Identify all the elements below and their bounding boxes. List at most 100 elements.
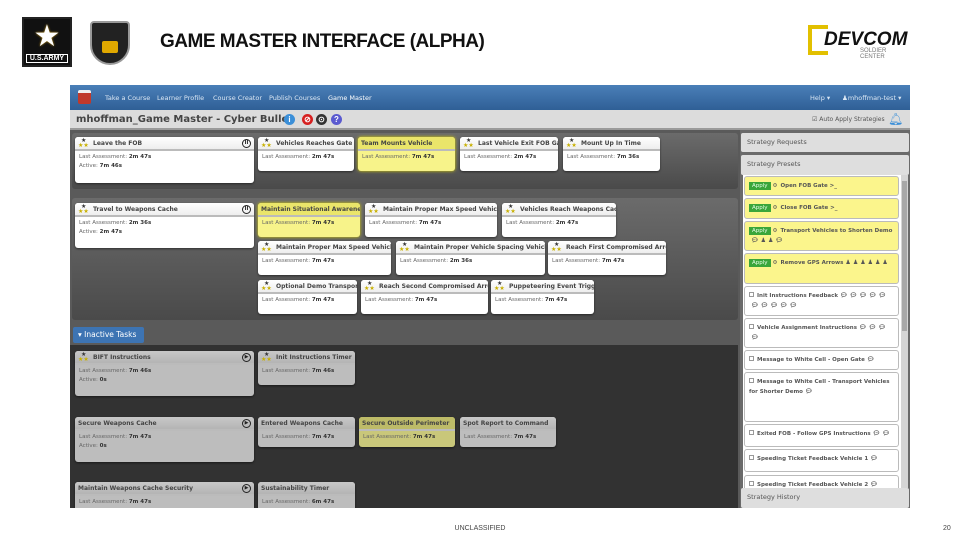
- strategy-preset-item[interactable]: Init Instructions Feedback 💬︎ 💬︎ 💬︎ 💬︎ 💬︎💬︎ 💬︎…: [744, 286, 899, 316]
- last-assessment: Last Assessment: 7m 36s: [567, 154, 640, 160]
- task-card[interactable]: Maintain Situational Awareness Last Asses…: [258, 203, 360, 237]
- last-assessment: Last Assessment: 7m 47s: [262, 297, 335, 303]
- inactive-tasks-toggle[interactable]: ▾ Inactive Tasks: [73, 327, 144, 343]
- preset-checkbox[interactable]: [749, 356, 754, 361]
- nav-learner-profile[interactable]: Learner Profile: [157, 94, 204, 102]
- preset-checkbox[interactable]: [749, 481, 754, 486]
- active-time: Active: 7m 46s: [79, 163, 123, 169]
- slide-title: GAME MASTER INTERFACE (ALPHA): [160, 31, 485, 52]
- nav-publish-courses[interactable]: Publish Courses: [269, 94, 320, 102]
- strategy-preset-item[interactable]: Apply ⚙ Transport Vehicles to Shorten Demo…: [744, 221, 899, 251]
- task-card[interactable]: ★ ★★ Mount Up In Time Last Assessment: 7m 3…: [563, 137, 660, 171]
- preset-checkbox[interactable]: [749, 378, 754, 383]
- task-card[interactable]: ★ ★★ Init Instructions Timer Last Assessmen…: [258, 351, 355, 385]
- auto-apply-label: Auto Apply Strategies: [819, 116, 885, 123]
- info-icon[interactable]: i: [284, 114, 295, 125]
- task-card[interactable]: Secure Weapons Cache ▶ Last Assessment: 7m…: [75, 417, 254, 462]
- preset-checkbox[interactable]: [749, 324, 754, 329]
- play-button-icon[interactable]: ▶: [242, 484, 251, 493]
- task-title: BIFT Instructions: [93, 354, 151, 361]
- active-time: Active: 0s: [79, 377, 107, 383]
- preset-label: Remove GPS Arrows: [780, 260, 844, 266]
- chat-bubble-icon: 💬︎: [779, 302, 788, 309]
- strategy-preset-item[interactable]: Vehicle Assignment Instructions 💬︎ 💬︎ 💬︎💬︎: [744, 318, 899, 348]
- chat-bubble-icon: 💬︎: [751, 302, 759, 309]
- replay-icon[interactable]: ⊙: [316, 114, 327, 125]
- apply-button[interactable]: Apply: [749, 204, 771, 212]
- stars-icon: ★ ★★: [551, 241, 562, 253]
- task-card[interactable]: Entered Weapons Cache Last Assessment: 7m…: [258, 417, 355, 447]
- strategy-preset-item[interactable]: Apply ⚙ Open FOB Gate >_: [744, 176, 899, 196]
- task-card-header: Secure Weapons Cache ▶: [75, 417, 254, 431]
- task-card[interactable]: ★ ★★ Optional Demo Transport Last Assessmen…: [258, 280, 357, 314]
- task-title: Maintain Proper Max Speed Vehicle 1: [383, 206, 497, 213]
- strategy-preset-item[interactable]: Exited FOB - Follow GPS Instructions 💬︎ 💬︎: [744, 424, 899, 447]
- active-time-value: 0s: [99, 443, 107, 449]
- strategy-history-header[interactable]: Strategy History: [741, 488, 909, 508]
- stop-icon[interactable]: ⊘: [302, 114, 313, 125]
- last-assessment-value: 7m 47s: [544, 297, 568, 303]
- gear-icon[interactable]: ⚙: [773, 260, 778, 266]
- bell-icon[interactable]: 🔔︎: [888, 112, 903, 126]
- help-icon[interactable]: ?: [331, 114, 342, 125]
- preset-label: Open FOB Gate >_: [780, 183, 838, 189]
- session-title: mhoffman_Game Master - Cyber Bullet: [76, 114, 294, 125]
- gift-logo-icon[interactable]: [78, 90, 91, 104]
- help-menu[interactable]: Help ▾: [810, 94, 830, 102]
- stars-icon: ★ ★★: [566, 137, 577, 149]
- preset-label: Message to White Cell - Transport Vehicl…: [749, 379, 890, 395]
- strategy-preset-item[interactable]: Apply ⚙ Remove GPS Arrows ♟ ♟ ♟ ♟ ♟ ♟: [744, 253, 899, 284]
- preset-checkbox[interactable]: [749, 455, 754, 460]
- auto-apply-checkbox[interactable]: ☑ Auto Apply Strategies: [812, 116, 885, 123]
- nav-game-master[interactable]: Game Master: [328, 94, 372, 102]
- play-button-icon[interactable]: ▶: [242, 419, 251, 428]
- apply-button[interactable]: Apply: [749, 227, 771, 235]
- user-menu[interactable]: ♟mhoffman-test ▾: [842, 94, 901, 102]
- strategy-preset-item[interactable]: Speeding Ticket Feedback Vehicle 2 💬︎: [744, 475, 899, 488]
- task-card[interactable]: ★ ★★ Maintain Proper Vehicle Spacing Vehic…: [396, 241, 545, 275]
- strategy-preset-item[interactable]: Apply ⚙ Close FOB Gate >_: [744, 198, 899, 219]
- task-card[interactable]: ★ ★★ Maintain Proper Max Speed Vehicle 1 La…: [365, 203, 497, 237]
- strategy-preset-item[interactable]: Message to White Cell - Open Gate 💬︎: [744, 350, 899, 370]
- preset-checkbox[interactable]: [749, 292, 754, 297]
- pause-button-icon[interactable]: II: [242, 205, 251, 214]
- task-title: Maintain Situational Awareness: [261, 206, 360, 213]
- task-card[interactable]: ★ ★★ Leave the FOB II Last Assessment: 2m 47…: [75, 137, 254, 183]
- task-card[interactable]: ★ ★★ Vehicles Reach Weapons Cache Last Asse…: [502, 203, 616, 237]
- task-card[interactable]: ★ ★★ Reach Second Compromised Arrow Last As…: [361, 280, 488, 314]
- task-card[interactable]: Team Mounts Vehicle Last Assessment: 7m 4…: [358, 137, 455, 171]
- task-card[interactable]: Maintain Weapons Cache Security ▶ Last Ass…: [75, 482, 254, 508]
- task-card[interactable]: ★ ★★ Reach First Compromised Arrow Last Ass…: [548, 241, 666, 275]
- task-card[interactable]: Secure Outside Perimeter Last Assessment:…: [359, 417, 455, 447]
- task-card[interactable]: ★ ★★ Travel to Weapons Cache II Last Assessm…: [75, 203, 254, 248]
- apply-button[interactable]: Apply: [749, 259, 771, 267]
- task-card[interactable]: Sustainability Timer Last Assessment: 6m …: [258, 482, 355, 508]
- last-assessment-value: 2m 36s: [128, 220, 152, 226]
- preset-checkbox[interactable]: [749, 430, 754, 435]
- preset-label: Close FOB Gate >_: [780, 205, 838, 211]
- task-card[interactable]: ★ ★★ Maintain Proper Max Speed Vehicle 2 La…: [258, 241, 391, 275]
- strategy-requests-header[interactable]: Strategy Requests: [741, 133, 909, 152]
- person-icon: ♟: [860, 259, 866, 266]
- task-card[interactable]: ★ ★★ BIFT Instructions ▶ Last Assessment: 7m…: [75, 351, 254, 396]
- gear-icon[interactable]: ⚙: [773, 205, 778, 211]
- play-button-icon[interactable]: ▶: [242, 353, 251, 362]
- task-card[interactable]: ★★★ Last Vehicle Exit FOB Gate Last Assess…: [460, 137, 558, 171]
- task-card[interactable]: ★ ★★ Puppeteering Event Trigger Last Assess…: [491, 280, 594, 314]
- last-assessment-value: 7m 47s: [311, 297, 335, 303]
- task-card[interactable]: ★ ★★ Vehicles Reaches Gate Last Assessment:…: [258, 137, 354, 171]
- task-card[interactable]: Spot Report to Command Last Assessment: 7…: [460, 417, 556, 447]
- chat-bubble-icon: 💬︎: [849, 292, 858, 299]
- task-card-header: Maintain Weapons Cache Security ▶: [75, 482, 254, 496]
- nav-take-course[interactable]: Take a Course: [105, 94, 150, 102]
- apply-button[interactable]: Apply: [749, 182, 771, 190]
- presets-scrollbar[interactable]: [901, 175, 908, 488]
- gear-icon[interactable]: ⚙: [773, 228, 778, 234]
- strategy-presets-header[interactable]: Strategy Presets: [741, 155, 909, 175]
- strategy-preset-item[interactable]: Message to White Cell - Transport Vehicl…: [744, 372, 899, 422]
- strategy-panel: Strategy Requests Strategy Presets Apply…: [740, 130, 910, 508]
- gear-icon[interactable]: ⚙: [773, 183, 778, 189]
- strategy-preset-item[interactable]: Speeding Ticket Feedback Vehicle 1 💬︎: [744, 449, 899, 472]
- pause-button-icon[interactable]: II: [242, 139, 251, 148]
- nav-course-creator[interactable]: Course Creator: [213, 94, 262, 102]
